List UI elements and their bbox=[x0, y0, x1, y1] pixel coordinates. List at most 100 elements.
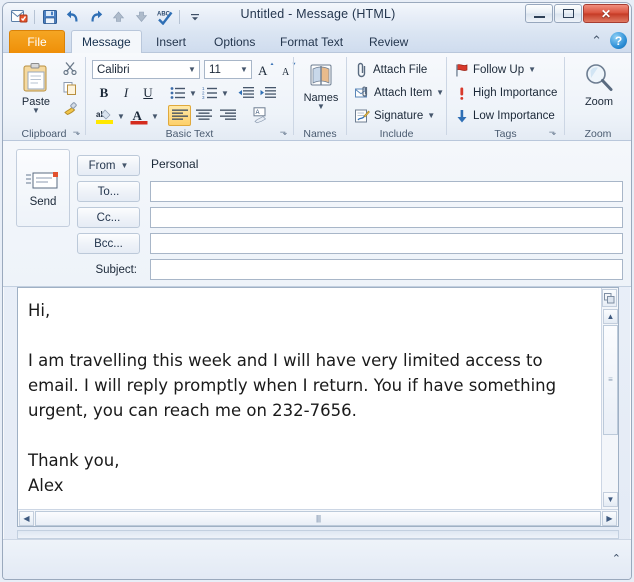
align-left-button[interactable] bbox=[168, 105, 191, 126]
scroll-right-button[interactable]: ▶ bbox=[602, 511, 617, 526]
font-color-button[interactable]: A bbox=[128, 106, 150, 126]
help-icon[interactable]: ? bbox=[610, 32, 627, 49]
highlight-dropdown-icon[interactable]: ▼ bbox=[117, 113, 125, 121]
from-button[interactable]: From ▼ bbox=[77, 155, 140, 176]
align-right-button[interactable] bbox=[216, 105, 239, 126]
split-handle-icon[interactable] bbox=[602, 289, 617, 307]
signature-dropdown-icon[interactable]: ▼ bbox=[427, 112, 435, 120]
cc-button[interactable]: Cc... bbox=[77, 207, 140, 228]
font-color-dropdown-icon[interactable]: ▼ bbox=[151, 113, 159, 121]
message-body-text[interactable]: Hi, I am travelling this week and I will… bbox=[28, 298, 588, 498]
tab-review[interactable]: Review bbox=[358, 30, 419, 53]
follow-up-label: Follow Up bbox=[473, 64, 525, 76]
names-button[interactable]: Names ▼ bbox=[301, 58, 341, 120]
svg-text:A: A bbox=[255, 110, 259, 116]
tab-options[interactable]: Options bbox=[203, 30, 266, 53]
address-book-icon bbox=[310, 64, 332, 86]
bcc-button[interactable]: Bcc... bbox=[77, 233, 140, 254]
ribbon-group-basic-text: Calibri ▼ 11 ▼ A A B I U ▼ 1 2 3 ▼ ab ▼ … bbox=[86, 53, 295, 141]
minimize-button[interactable] bbox=[525, 4, 553, 23]
scroll-down-button[interactable]: ▼ bbox=[603, 492, 618, 507]
zoom-group-label: Zoom bbox=[584, 128, 612, 140]
font-name-value: Calibri bbox=[97, 63, 130, 76]
high-importance-button[interactable]: High Importance bbox=[451, 83, 561, 103]
font-size-combobox[interactable]: 11 ▼ bbox=[204, 60, 252, 79]
to-input[interactable] bbox=[150, 181, 623, 202]
font-name-dropdown-icon[interactable]: ▼ bbox=[185, 61, 199, 78]
ribbon-tab-strip: File Message Insert Options Format Text … bbox=[3, 30, 631, 53]
cc-input[interactable] bbox=[150, 207, 623, 228]
grow-font-button[interactable]: A bbox=[256, 60, 277, 79]
follow-up-dropdown-icon[interactable]: ▼ bbox=[528, 66, 536, 74]
format-painter-button[interactable] bbox=[61, 99, 79, 116]
numbering-button[interactable]: 1 2 3 bbox=[200, 83, 220, 103]
attach-item-label: Attach Item bbox=[374, 87, 433, 99]
low-importance-button[interactable]: Low Importance bbox=[451, 106, 559, 126]
decrease-indent-button[interactable] bbox=[236, 83, 256, 103]
maximize-button[interactable] bbox=[554, 4, 582, 23]
ribbon: Paste ▼ Clipboard ⬎ Calibri ▼ 11 ▼ A A B… bbox=[3, 53, 631, 141]
tab-message[interactable]: Message bbox=[71, 30, 142, 53]
increase-indent-button[interactable] bbox=[258, 83, 278, 103]
underline-button[interactable]: U bbox=[138, 83, 158, 103]
align-center-button[interactable] bbox=[192, 105, 215, 126]
to-button[interactable]: To... bbox=[77, 181, 140, 202]
send-button[interactable]: Send bbox=[16, 149, 70, 227]
numbering-dropdown-icon[interactable]: ▼ bbox=[221, 90, 229, 98]
close-button[interactable]: ✕ bbox=[583, 4, 629, 23]
bullets-button[interactable] bbox=[168, 83, 188, 103]
scroll-left-button[interactable]: ◀ bbox=[19, 511, 34, 526]
vertical-scroll-thumb[interactable]: ≡ bbox=[603, 325, 618, 435]
zoom-button[interactable]: Zoom bbox=[577, 58, 621, 120]
clipboard-dialog-launcher[interactable]: ⬎ bbox=[71, 127, 82, 138]
attach-file-button[interactable]: Attach File bbox=[351, 60, 431, 80]
basic-text-dialog-launcher[interactable]: ⬎ bbox=[278, 127, 289, 138]
collapse-ribbon-icon[interactable]: ⌃ bbox=[591, 33, 602, 49]
increase-indent-icon bbox=[260, 87, 276, 98]
message-body-area[interactable]: Hi, I am travelling this week and I will… bbox=[17, 287, 619, 527]
follow-up-button[interactable]: Follow Up ▼ bbox=[451, 60, 540, 80]
paste-dropdown-icon[interactable]: ▼ bbox=[32, 107, 40, 115]
font-size-dropdown-icon[interactable]: ▼ bbox=[237, 61, 251, 78]
attach-file-label: Attach File bbox=[373, 64, 428, 76]
tab-format-text[interactable]: Format Text bbox=[269, 30, 354, 53]
from-label: From bbox=[88, 159, 116, 172]
signature-icon bbox=[355, 109, 370, 123]
paste-button[interactable]: Paste ▼ bbox=[15, 58, 57, 120]
tab-insert[interactable]: Insert bbox=[145, 30, 197, 53]
basic-text-group-label: Basic Text bbox=[165, 128, 214, 140]
names-dropdown-icon[interactable]: ▼ bbox=[317, 103, 325, 111]
scroll-up-button[interactable]: ▲ bbox=[603, 309, 618, 324]
bullets-dropdown-icon[interactable]: ▼ bbox=[189, 90, 197, 98]
status-divider bbox=[17, 530, 619, 539]
bcc-input[interactable] bbox=[150, 233, 623, 254]
tab-file[interactable]: File bbox=[9, 30, 65, 53]
subject-input[interactable] bbox=[150, 259, 623, 280]
expand-status-icon[interactable]: ⌃ bbox=[612, 552, 621, 565]
copy-button[interactable] bbox=[61, 79, 79, 96]
align-center-icon bbox=[195, 109, 212, 120]
tags-dialog-launcher[interactable]: ⬎ bbox=[547, 127, 558, 138]
body-vertical-scrollbar[interactable]: ▲ ≡ ▼ bbox=[601, 288, 618, 509]
cut-button[interactable] bbox=[61, 59, 79, 76]
attach-item-dropdown-icon[interactable]: ▼ bbox=[436, 89, 444, 97]
text-highlight-button[interactable]: ab bbox=[94, 106, 116, 126]
to-label: To... bbox=[97, 185, 120, 198]
h-scroll-thumb-grip: |||| bbox=[315, 513, 321, 523]
from-dropdown-icon[interactable]: ▼ bbox=[120, 160, 128, 171]
bcc-value bbox=[151, 234, 622, 238]
window-controls: ✕ bbox=[525, 4, 629, 23]
italic-button[interactable]: I bbox=[116, 83, 136, 103]
paintbrush-icon bbox=[64, 101, 77, 115]
ribbon-group-zoom: Zoom Zoom bbox=[565, 53, 631, 141]
attach-item-button[interactable]: Attach Item ▼ bbox=[351, 83, 448, 103]
font-name-combobox[interactable]: Calibri ▼ bbox=[92, 60, 200, 79]
horizontal-scroll-thumb[interactable]: |||| bbox=[35, 511, 601, 526]
scissors-icon bbox=[63, 61, 77, 75]
svg-text:3: 3 bbox=[202, 95, 205, 100]
body-horizontal-scrollbar[interactable]: ◀ |||| ▶ bbox=[18, 509, 618, 526]
bold-button[interactable]: B bbox=[94, 83, 114, 103]
signature-label: Signature bbox=[374, 110, 424, 122]
clear-formatting-button[interactable]: A bbox=[249, 105, 272, 126]
signature-button[interactable]: Signature ▼ bbox=[351, 106, 439, 126]
